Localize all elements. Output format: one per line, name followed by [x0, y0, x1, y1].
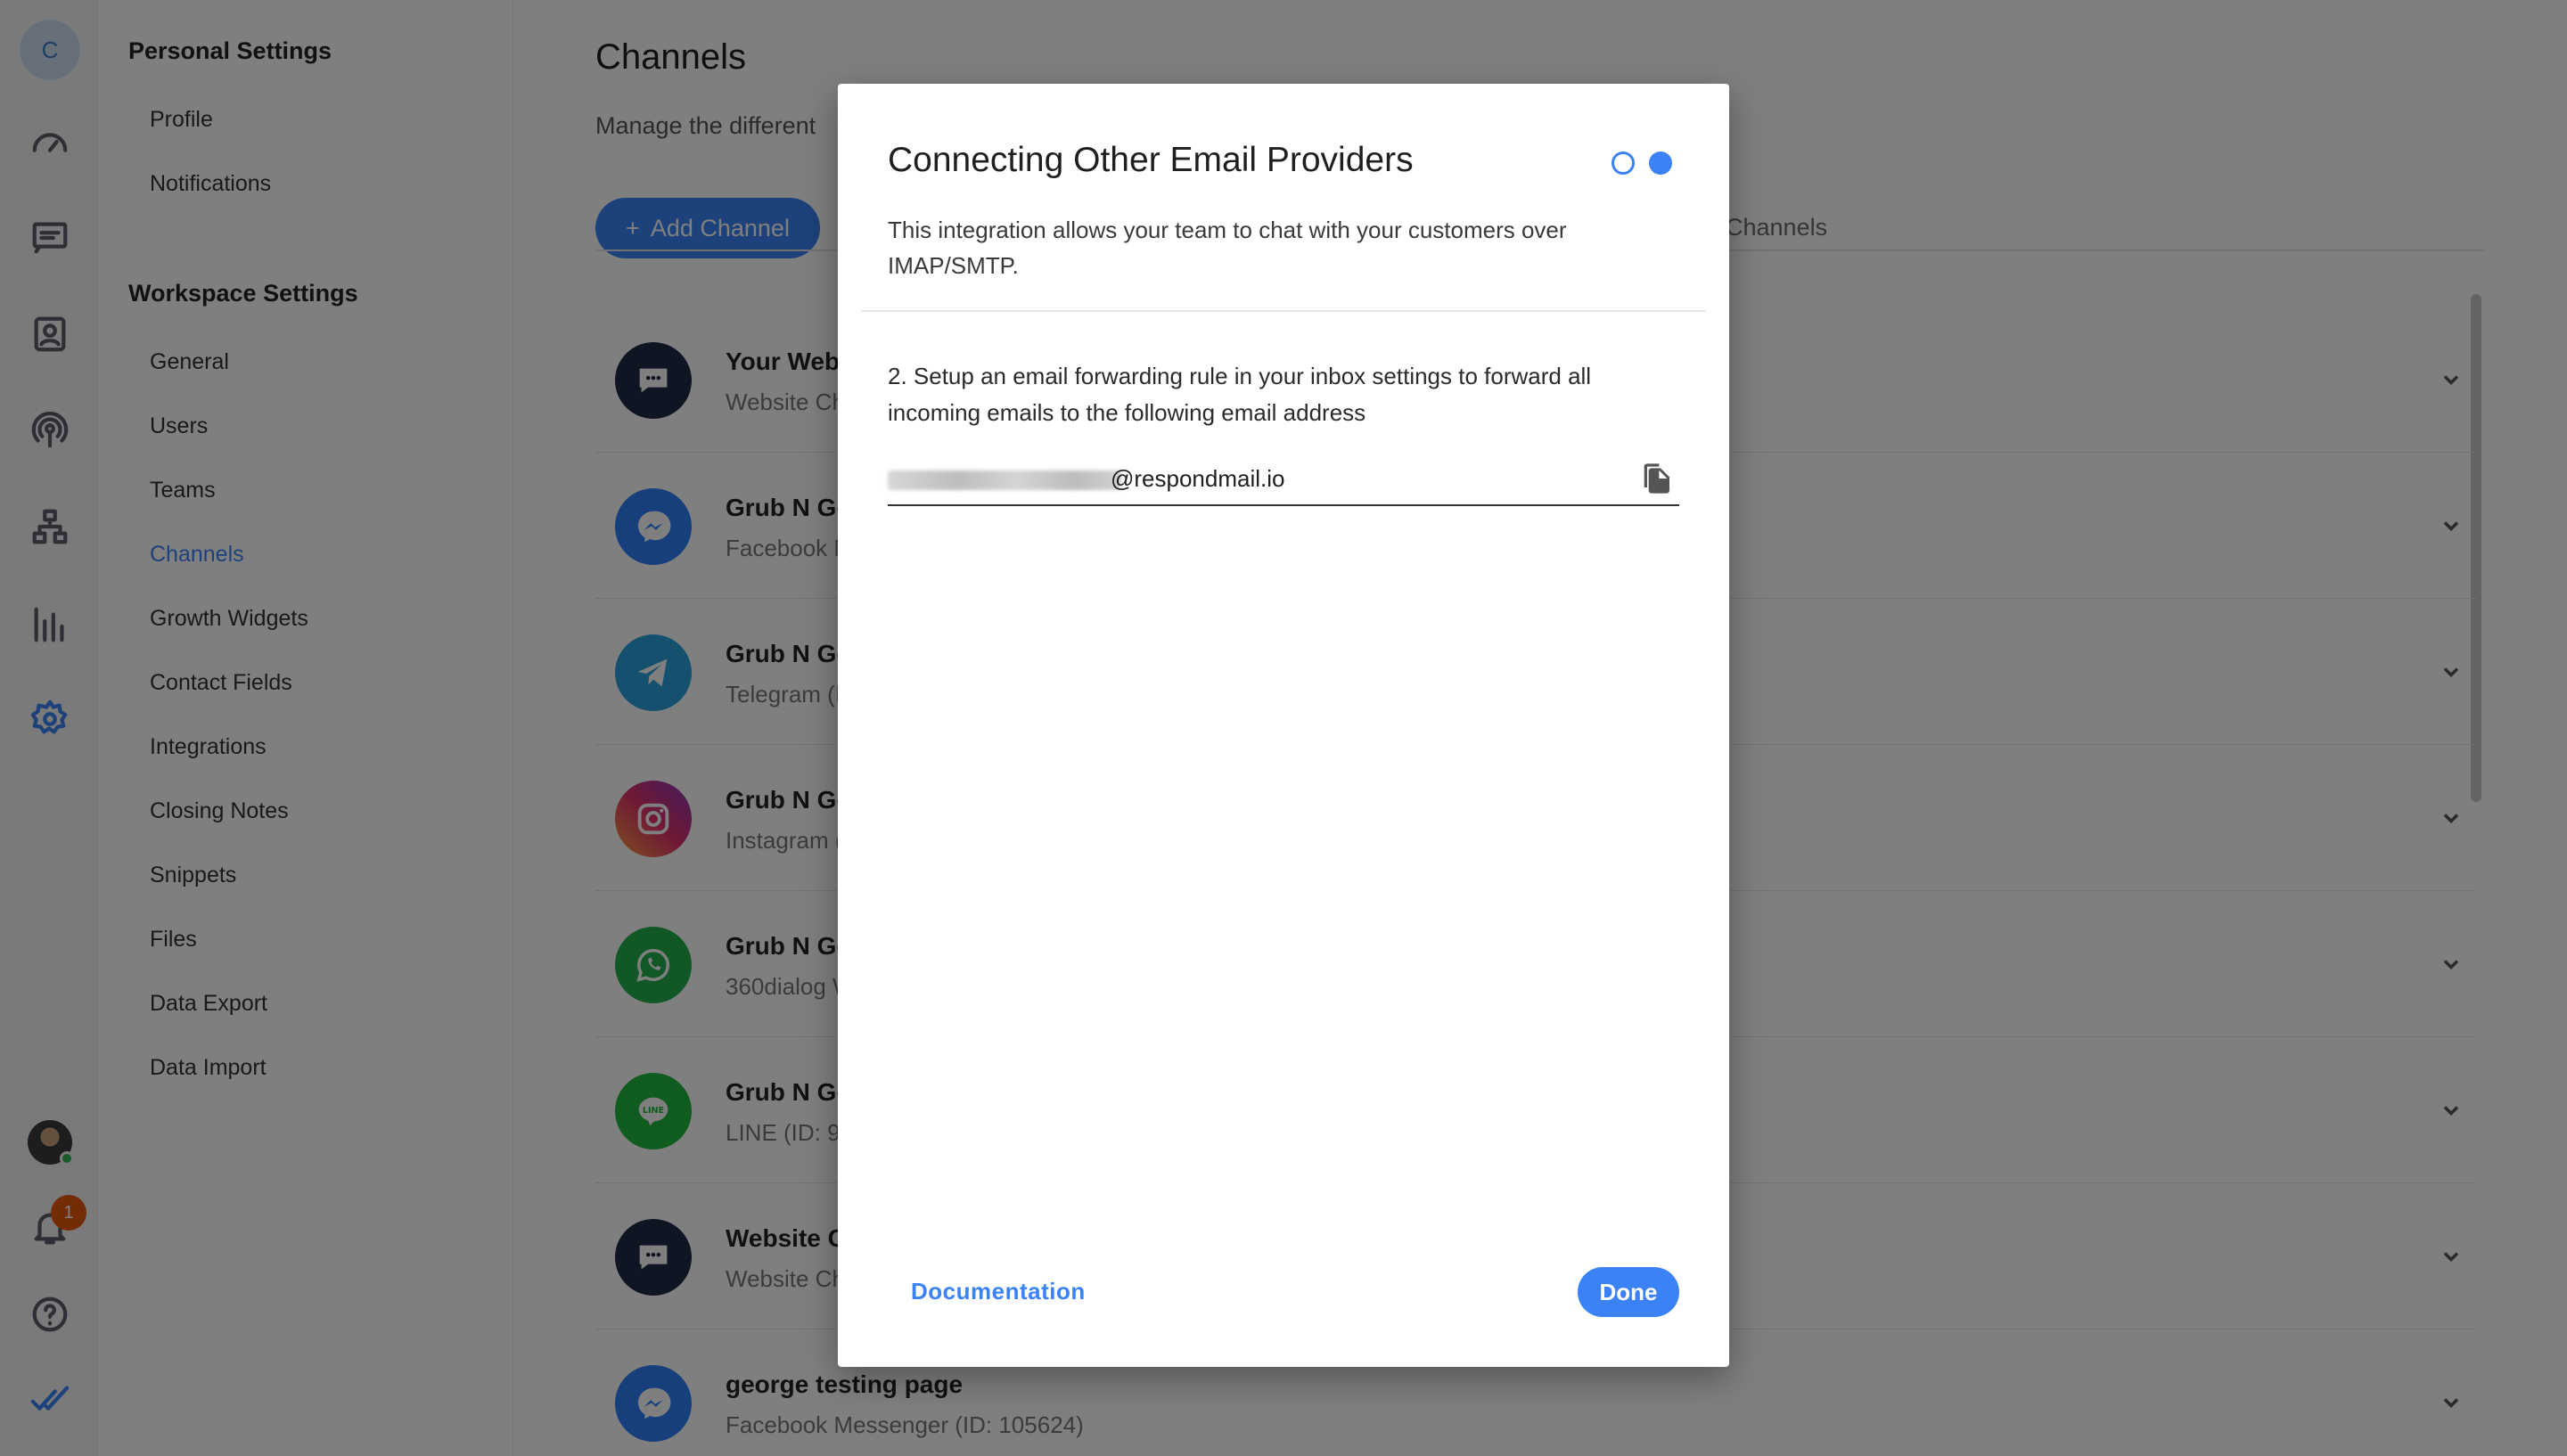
step-indicator-2: [1649, 151, 1672, 175]
step-instructions: 2. Setup an email forwarding rule in you…: [888, 363, 1592, 426]
done-button[interactable]: Done: [1578, 1267, 1679, 1317]
connect-email-dialog: Connecting Other Email Providers This in…: [838, 84, 1729, 1367]
dialog-description: This integration allows your team to cha…: [888, 217, 1567, 279]
dialog-title: Connecting Other Email Providers: [888, 141, 1414, 179]
documentation-link[interactable]: Documentation: [911, 1278, 1086, 1305]
dialog-divider: [861, 310, 1706, 312]
redacted-email-local-part: [888, 470, 1121, 490]
step-indicator-1: [1612, 151, 1635, 175]
copy-icon[interactable]: [1638, 460, 1674, 497]
forwarding-email-field[interactable]: @respondmail.io: [888, 458, 1679, 506]
email-domain: @respondmail.io: [1111, 465, 1285, 492]
